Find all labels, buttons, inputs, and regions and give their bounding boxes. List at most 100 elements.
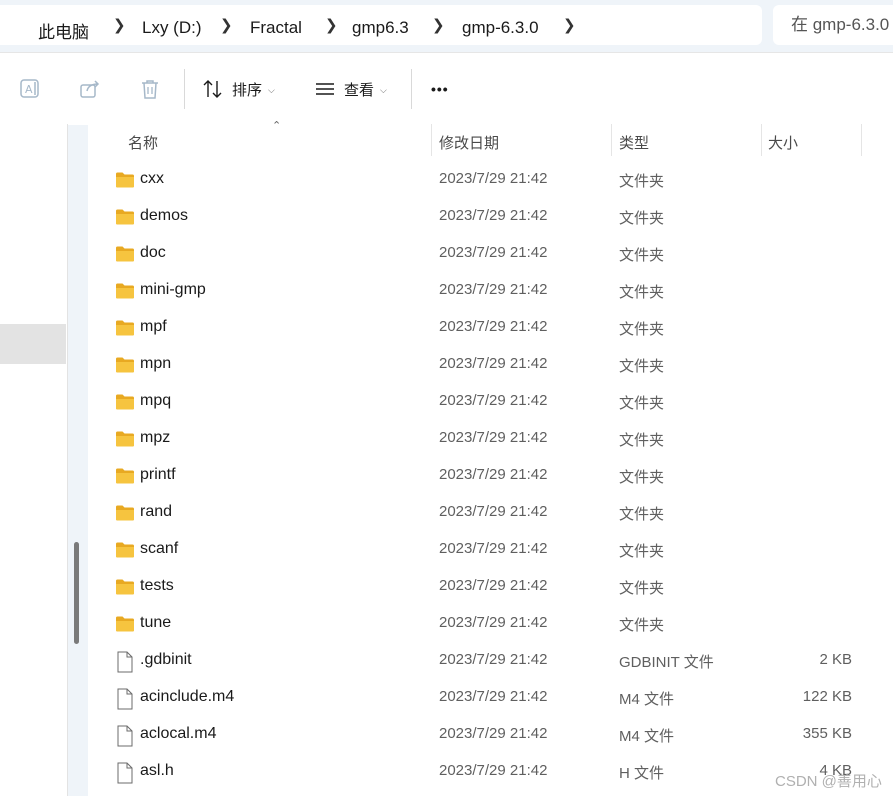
folder-icon: [115, 503, 135, 523]
file-row[interactable]: mpf 2023/7/29 21:42 文件夹: [88, 309, 893, 346]
breadcrumb-item-fractal[interactable]: Fractal: [250, 18, 302, 38]
file-modified: 2023/7/29 21:42: [439, 540, 548, 557]
file-type: 文件夹: [619, 173, 665, 190]
folder-icon: [115, 429, 135, 449]
file-name: .gdbinit: [140, 651, 192, 668]
file-modified: 2023/7/29 21:42: [439, 392, 548, 409]
view-button[interactable]: 查看 ⌵: [314, 71, 387, 107]
file-name: mpz: [140, 429, 171, 446]
chevron-right-icon[interactable]: ❯: [325, 16, 338, 34]
chevron-right-icon[interactable]: ❯: [113, 16, 126, 34]
file-row[interactable]: .gdbinit 2023/7/29 21:42 GDBINIT 文件 2 KB: [88, 642, 893, 679]
file-name: tests: [140, 577, 174, 594]
chevron-right-icon[interactable]: ❯: [563, 16, 576, 34]
sort-label: 排序: [232, 81, 263, 99]
file-type: 文件夹: [619, 358, 665, 375]
file-type: GDBINIT 文件: [619, 654, 714, 671]
file-modified: 2023/7/29 21:42: [439, 355, 548, 372]
folder-icon: [115, 244, 135, 264]
file-row[interactable]: cxx 2023/7/29 21:42 文件夹: [88, 161, 893, 198]
file-row[interactable]: demos 2023/7/29 21:42 文件夹: [88, 198, 893, 235]
file-modified: 2023/7/29 21:42: [439, 170, 548, 187]
file-name: cxx: [140, 170, 164, 187]
file-type: 文件夹: [619, 506, 665, 523]
column-header-size[interactable]: 大小: [768, 132, 798, 153]
nav-scrollbar[interactable]: [74, 542, 79, 644]
file-name: demos: [140, 207, 189, 224]
file-name: acinclude.m4: [140, 688, 235, 705]
column-header-name[interactable]: 名称: [128, 132, 158, 153]
file-type: 文件夹: [619, 580, 665, 597]
breadcrumb-item-gmp63[interactable]: gmp6.3: [352, 18, 409, 38]
file-row[interactable]: mpq 2023/7/29 21:42 文件夹: [88, 383, 893, 420]
breadcrumb-item-drive[interactable]: Lxy (D:): [142, 18, 202, 38]
file-modified: 2023/7/29 21:42: [439, 688, 548, 705]
sort-button[interactable]: 排序 ⌵: [202, 71, 275, 107]
file-name: mini-gmp: [140, 281, 206, 298]
file-type: 文件夹: [619, 284, 665, 301]
navigation-pane: [0, 124, 68, 796]
file-modified: 2023/7/29 21:42: [439, 244, 548, 261]
folder-icon: [115, 281, 135, 301]
chevron-right-icon[interactable]: ❯: [432, 16, 445, 34]
nav-selected-item[interactable]: [0, 324, 66, 364]
file-modified: 2023/7/29 21:42: [439, 503, 548, 520]
file-type: 文件夹: [619, 432, 665, 449]
file-row[interactable]: scanf 2023/7/29 21:42 文件夹: [88, 531, 893, 568]
column-divider[interactable]: [761, 124, 762, 156]
file-row[interactable]: mini-gmp 2023/7/29 21:42 文件夹: [88, 272, 893, 309]
command-bar: A 排序 ⌵ 查看 ⌵ •••: [0, 52, 893, 125]
file-icon: [115, 688, 135, 710]
trash-icon: [142, 80, 158, 99]
file-row[interactable]: tests 2023/7/29 21:42 文件夹: [88, 568, 893, 605]
column-divider[interactable]: [611, 124, 612, 156]
file-row[interactable]: rand 2023/7/29 21:42 文件夹: [88, 494, 893, 531]
file-name: rand: [140, 503, 173, 520]
file-row[interactable]: asl.h 2023/7/29 21:42 H 文件 4 KB: [88, 753, 893, 790]
toolbar-divider: [184, 69, 185, 109]
sort-icon: [203, 80, 222, 98]
file-row[interactable]: aclocal.m4 2023/7/29 21:42 M4 文件 355 KB: [88, 716, 893, 753]
rename-button[interactable]: A: [18, 71, 42, 107]
breadcrumb-item-this-pc[interactable]: 此电脑: [38, 18, 89, 43]
address-bar: ❯ 此电脑 ❯ Lxy (D:) ❯ Fractal ❯ gmp6.3 ❯ gm…: [0, 0, 893, 52]
more-options-button[interactable]: •••: [431, 71, 449, 107]
column-header-modified[interactable]: 修改日期: [439, 132, 499, 153]
file-modified: 2023/7/29 21:42: [439, 762, 548, 779]
folder-icon: [115, 392, 135, 412]
chevron-right-icon[interactable]: ❯: [220, 16, 233, 34]
more-icon: •••: [431, 81, 449, 97]
chevron-down-icon: ⌵: [268, 84, 275, 95]
file-type: 文件夹: [619, 247, 665, 264]
file-type: 文件夹: [619, 543, 665, 560]
file-row[interactable]: doc 2023/7/29 21:42 文件夹: [88, 235, 893, 272]
file-name: doc: [140, 244, 166, 261]
file-name: printf: [140, 466, 176, 483]
folder-icon: [115, 614, 135, 634]
file-name: mpn: [140, 355, 172, 372]
search-box[interactable]: [773, 5, 893, 45]
folder-icon: [115, 577, 135, 597]
file-row[interactable]: tune 2023/7/29 21:42 文件夹: [88, 605, 893, 642]
delete-button[interactable]: [138, 71, 162, 107]
share-button[interactable]: [78, 71, 102, 107]
file-row[interactable]: mpz 2023/7/29 21:42 文件夹: [88, 420, 893, 457]
column-divider[interactable]: [431, 124, 432, 156]
column-header-type[interactable]: 类型: [619, 132, 649, 153]
folder-icon: [115, 466, 135, 486]
file-row[interactable]: mpn 2023/7/29 21:42 文件夹: [88, 346, 893, 383]
file-icon: [115, 651, 135, 673]
file-name: mpf: [140, 318, 167, 335]
breadcrumb-item-gmp630[interactable]: gmp-6.3.0: [462, 18, 539, 38]
file-row[interactable]: printf 2023/7/29 21:42 文件夹: [88, 457, 893, 494]
file-type: 文件夹: [619, 321, 665, 338]
file-type: 文件夹: [619, 617, 665, 634]
file-modified: 2023/7/29 21:42: [439, 318, 548, 335]
file-icon: [115, 762, 135, 784]
folder-icon: [115, 540, 135, 560]
chevron-down-icon: ⌵: [380, 84, 387, 95]
file-size: 355 KB: [802, 725, 852, 742]
column-divider[interactable]: [861, 124, 862, 156]
search-input[interactable]: [791, 15, 893, 35]
file-row[interactable]: acinclude.m4 2023/7/29 21:42 M4 文件 122 KB: [88, 679, 893, 716]
